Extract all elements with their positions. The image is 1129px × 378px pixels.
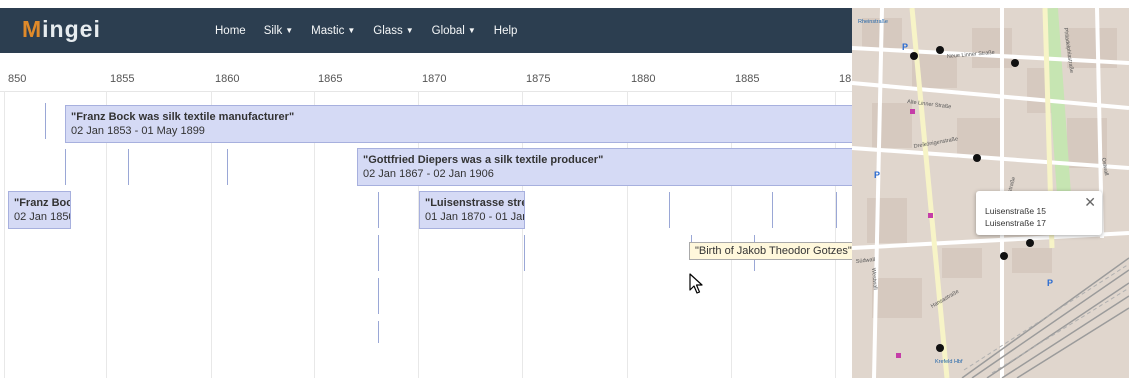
event-marker[interactable] xyxy=(772,192,773,228)
event-dates: 02 Jan 1850 xyxy=(14,211,71,223)
timeline-event[interactable]: "Franz Bock was silk textile manufacture… xyxy=(65,105,852,143)
event-marker[interactable] xyxy=(524,235,525,271)
event-marker[interactable] xyxy=(836,192,837,228)
nav-item-label: Home xyxy=(215,24,246,37)
nav-item-global[interactable]: Global ▼ xyxy=(432,25,476,37)
axis-tick-label: 1855 xyxy=(110,73,135,85)
svg-text:P: P xyxy=(874,170,880,180)
timeline-event[interactable]: "Franz Bock 02 Jan 1850 xyxy=(8,191,71,229)
chevron-down-icon: ▼ xyxy=(467,25,476,35)
nav-item-label: Help xyxy=(493,24,518,37)
chevron-down-icon: ▼ xyxy=(347,25,356,35)
event-marker[interactable] xyxy=(65,149,66,185)
svg-text:P: P xyxy=(902,42,908,52)
map[interactable]: Rheinstraße Neue Linner Straße Alte Linn… xyxy=(852,8,1129,378)
nav-item-glass[interactable]: Glass ▼ xyxy=(373,25,413,37)
brand-rest: ingei xyxy=(42,16,101,42)
axis-tick-label: 1885 xyxy=(735,73,760,85)
nav-menu: Home Silk ▼ Mastic ▼ Glass ▼ Global ▼ Help xyxy=(215,8,535,53)
axis-tick-label: 18 xyxy=(839,73,852,85)
event-title: "Franz Bock was silk textile manufacture… xyxy=(71,111,295,123)
event-marker[interactable] xyxy=(378,321,379,343)
popup-address-line: Luisenstraße 15 xyxy=(985,206,1046,216)
close-icon[interactable]: ✕ xyxy=(1084,194,1096,211)
event-marker[interactable] xyxy=(378,235,379,271)
event-marker[interactable] xyxy=(378,192,379,228)
axis-tick-label: 1875 xyxy=(526,73,551,85)
timeline-axis: 850 1855 1860 1865 1870 1875 1880 1885 18 xyxy=(0,53,852,92)
popup-address-line: Luisenstraße 17 xyxy=(985,218,1046,228)
axis-tick-label: 1880 xyxy=(631,73,656,85)
event-dates: 02 Jan 1853 - 01 May 1899 xyxy=(71,125,205,137)
axis-tick-label: 1865 xyxy=(318,73,343,85)
nav-item-home[interactable]: Home xyxy=(215,25,246,37)
timeline-app: Mingei Home Silk ▼ Mastic ▼ Glass ▼ Global ▼ Help… xyxy=(0,0,852,378)
axis-tick-label: 1860 xyxy=(215,73,240,85)
gridline xyxy=(4,91,5,378)
event-title: "Franz Bock xyxy=(14,197,70,209)
timeline-event[interactable]: "Luisenstrasse street 01 Jan 1870 - 01 Ja… xyxy=(419,191,525,229)
nav-item-label: Silk xyxy=(263,24,283,37)
axis-tick-label: 850 xyxy=(8,73,27,85)
nav-item-help[interactable]: Help xyxy=(494,25,518,37)
svg-text:P: P xyxy=(1047,278,1053,288)
event-marker[interactable] xyxy=(45,103,46,139)
event-marker[interactable] xyxy=(128,149,129,185)
axis-tick-label: 1870 xyxy=(422,73,447,85)
map-street-label: Krefeld Hbf xyxy=(935,359,963,365)
nav-item-silk[interactable]: Silk ▼ xyxy=(264,25,293,37)
event-title: "Gottfried Diepers was a silk textile pr… xyxy=(363,154,604,166)
event-tooltip: "Birth of Jakob Theodor Gotzes" xyxy=(689,242,852,260)
event-marker[interactable] xyxy=(669,192,670,228)
event-title: "Luisenstrasse street xyxy=(425,197,524,209)
mouse-cursor-icon xyxy=(689,273,703,294)
event-marker[interactable] xyxy=(378,278,379,314)
chevron-down-icon: ▼ xyxy=(285,25,294,35)
map-popup: Luisenstraße 15 Luisenstraße 17 ✕ xyxy=(976,191,1102,235)
navbar: Mingei Home Silk ▼ Mastic ▼ Glass ▼ Global ▼ Help xyxy=(0,8,852,53)
brand-logo[interactable]: Mingei xyxy=(22,16,101,43)
event-dates: 02 Jan 1867 - 02 Jan 1906 xyxy=(363,168,494,180)
map-street-label: Rheinstraße xyxy=(858,19,888,25)
nav-item-label: Glass xyxy=(373,24,403,37)
nav-item-label: Mastic xyxy=(311,24,345,37)
brand-first-letter: M xyxy=(22,16,43,42)
nav-item-mastic[interactable]: Mastic ▼ xyxy=(311,25,355,37)
chevron-down-icon: ▼ xyxy=(405,25,414,35)
timeline[interactable]: 850 1855 1860 1865 1870 1875 1880 1885 18 "Franz… xyxy=(0,53,852,378)
nav-item-label: Global xyxy=(431,24,465,37)
event-marker[interactable] xyxy=(227,149,228,185)
event-dates: 01 Jan 1870 - 01 Jan : xyxy=(425,211,525,223)
timeline-event[interactable]: "Gottfried Diepers was a silk textile pr… xyxy=(357,148,852,186)
